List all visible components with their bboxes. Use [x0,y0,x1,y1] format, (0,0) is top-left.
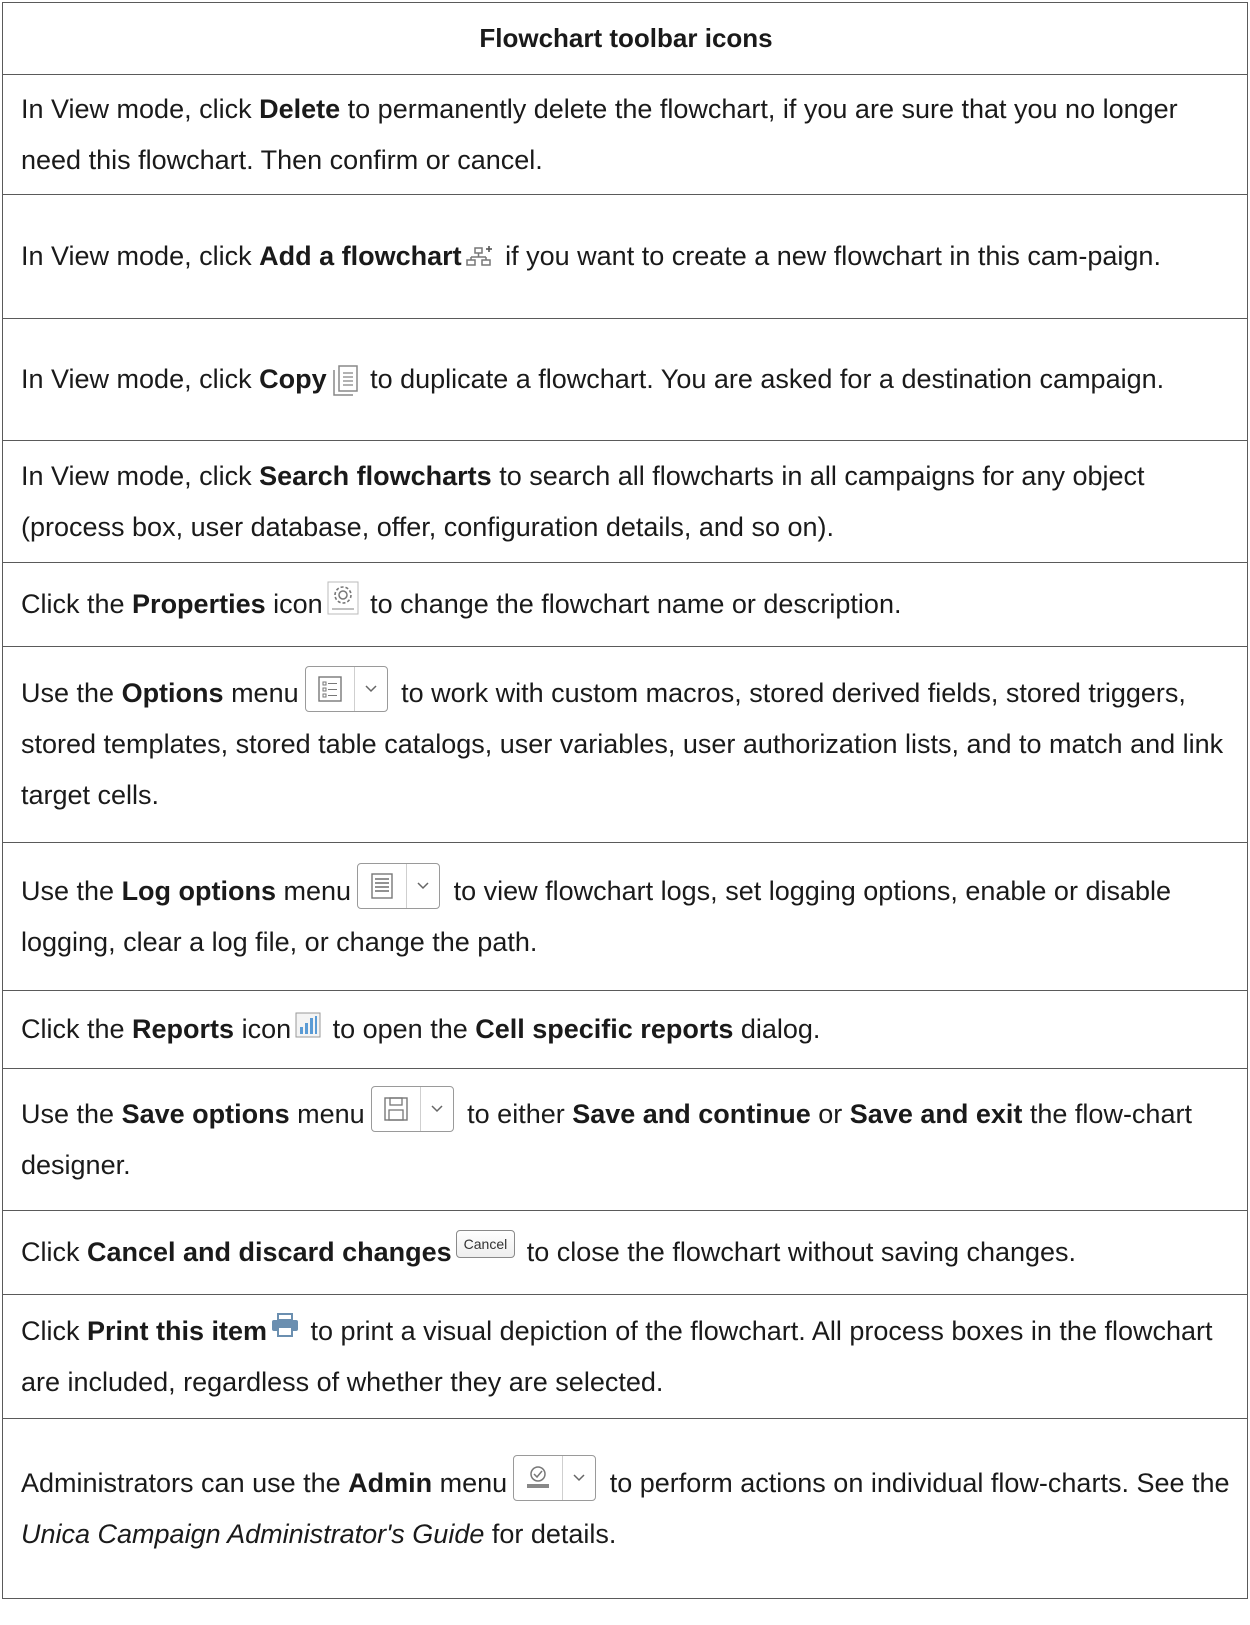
row-text: In View mode, click Copy to duplicate a … [21,354,1231,405]
term-cell-specific-reports: Cell specific reports [475,1014,734,1044]
term-print-this-item: Print this item [87,1315,268,1346]
row-text: Click Print this item to print a visual … [21,1306,1231,1408]
table-row-search-flowcharts: In View mode, click Search flowcharts to… [3,441,1247,563]
table-row-reports: Click the Reports icon to open the Cell … [3,991,1247,1069]
table-row-delete: In View mode, click Delete to permanentl… [3,75,1247,195]
table-row-copy: In View mode, click Copy to duplicate a … [3,319,1247,441]
term-admin: Admin [348,1467,433,1498]
table-header: Flowchart toolbar icons [3,3,1247,75]
row-text: Use the Save options menu to either Save… [21,1086,1231,1191]
flowchart-toolbar-table: Flowchart toolbar icons In View mode, cl… [2,2,1248,1599]
guide-title: Unica Campaign Administrator's Guide [21,1518,485,1549]
term-copy: Copy [259,364,327,394]
row-text: Click the Properties icon to change the … [21,579,1231,630]
term-reports: Reports [132,1014,235,1044]
term-save-and-continue: Save and continue [572,1098,811,1129]
reports-icon [295,1012,321,1038]
chevron-down-icon [355,667,387,711]
row-text: Use the Log options menu to view flowcha… [21,863,1231,968]
table-row-add-flowchart: In View mode, click Add a flowchart if y… [3,195,1247,319]
row-text: In View mode, click Add a flowchart if y… [21,241,1161,271]
table-row-save-options: Use the Save options menu to either Save… [3,1069,1247,1211]
row-text: Click Cancel and discard changes Cancel t… [21,1227,1231,1278]
table-row-options: Use the Options menu to work with custom… [3,647,1247,843]
row-text: Administrators can use the Admin menu to… [21,1455,1231,1560]
log-options-icon [357,863,441,910]
table-row-print: Click Print this item to print a visual … [3,1295,1247,1419]
add-flowchart-icon [465,245,494,271]
properties-gear-icon [327,581,359,615]
term-delete: Delete [259,93,341,124]
row-text: Use the Options menu to work with custom… [21,665,1231,821]
table-row-cancel: Click Cancel and discard changes Cancel t… [3,1211,1247,1295]
admin-menu-icon [513,1455,597,1502]
chevron-down-icon [421,1087,453,1131]
term-log-options: Log options [121,875,277,906]
term-save-options: Save options [121,1098,290,1129]
table-row-properties: Click the Properties icon to change the … [3,563,1247,647]
term-add-flowchart: Add a flowchart [259,241,462,271]
row-text: Click the Reports icon to open the Cell … [21,1004,1231,1055]
term-save-and-exit: Save and exit [849,1098,1023,1129]
options-menu-icon [304,665,388,712]
copy-icon [331,364,359,398]
table-row-admin: Administrators can use the Admin menu to… [3,1419,1247,1599]
term-properties: Properties [132,589,266,619]
term-search-flowcharts: Search flowcharts [259,460,492,491]
row-text: In View mode, click Delete to permanentl… [21,93,1178,175]
chevron-down-icon [407,864,439,908]
term-options: Options [121,678,224,708]
chevron-down-icon [563,1456,595,1500]
term-cancel-and-discard: Cancel and discard changes [87,1237,452,1267]
cancel-button-image: Cancel [455,1229,516,1258]
table-row-log-options: Use the Log options menu to view flowcha… [3,843,1247,991]
save-options-icon [370,1086,454,1133]
row-text: In View mode, click Search flowcharts to… [21,460,1145,542]
print-icon [271,1313,299,1339]
